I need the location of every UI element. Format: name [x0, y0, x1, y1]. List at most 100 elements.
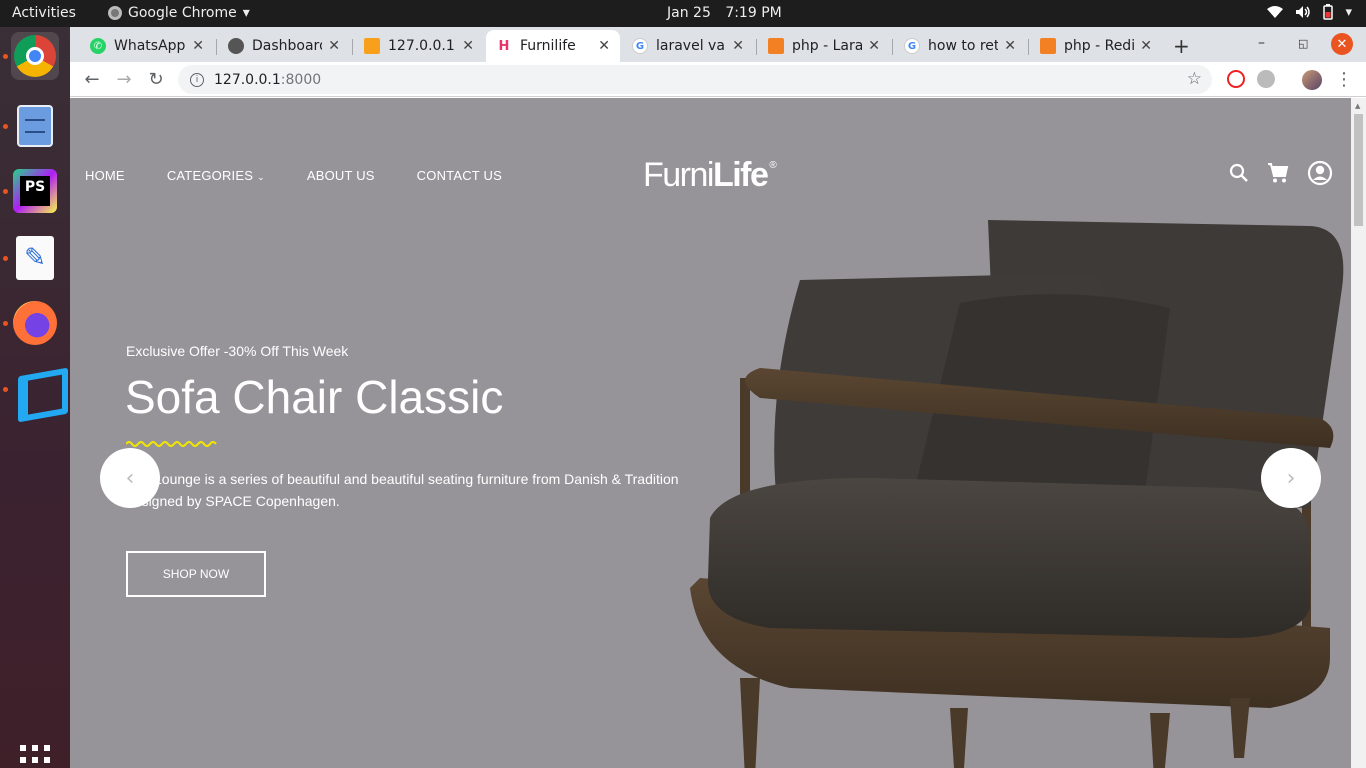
logo-light: Furni	[643, 156, 714, 194]
globe-icon	[228, 38, 244, 54]
nav-categories-label: CATEGORIES	[166, 168, 254, 183]
hero-title: Sofa Chair Classic	[125, 371, 504, 423]
window-close-button[interactable]: ✕	[1331, 33, 1353, 55]
tab-google-how-to-ret[interactable]: G how to ret ✕	[894, 30, 1026, 62]
carousel-prev-button[interactable]: ‹	[100, 448, 160, 508]
tab-furnilife[interactable]: H Furnilife ✕	[486, 30, 620, 62]
dock-text-editor[interactable]: ✎	[3, 234, 59, 282]
furnilife-icon: H	[498, 38, 510, 54]
clock-date: Jan 25	[667, 5, 711, 21]
nav-about[interactable]: ABOUT US	[307, 168, 375, 183]
tab-google-laravel-vali[interactable]: G laravel vali ✕	[622, 30, 754, 62]
site-logo[interactable]: FurniLife ®	[643, 156, 777, 195]
extension-globe-icon[interactable]	[1257, 70, 1275, 88]
tab-title: laravel vali	[656, 38, 727, 54]
maximize-button[interactable]: ◱	[1298, 37, 1308, 50]
new-tab-button[interactable]: +	[1173, 34, 1190, 58]
hero-offer-text: Exclusive Offer -30% Off This Week	[126, 343, 349, 359]
google-icon: G	[632, 38, 648, 54]
activities-button[interactable]: Activities	[12, 5, 76, 21]
google-icon: G	[904, 38, 920, 54]
chrome-window: ✆ WhatsApp ✕ Dashboard ✕ 127.0.0.1:8 ✕ H…	[70, 27, 1366, 768]
files-icon	[17, 105, 53, 147]
clock[interactable]: Jan 25 7:19 PM	[667, 5, 782, 21]
chevron-down-icon: ⌄	[257, 172, 265, 182]
extension-icon[interactable]	[1227, 70, 1245, 88]
text-editor-icon: ✎	[16, 236, 54, 280]
dock-firefox[interactable]	[3, 299, 59, 347]
tab-title: php - Redir	[1064, 38, 1135, 54]
chrome-icon	[14, 35, 56, 77]
close-icon[interactable]: ✕	[732, 38, 744, 54]
xampp-icon	[364, 38, 380, 54]
chevron-down-icon: ▾	[242, 5, 250, 21]
minimize-button[interactable]: –	[1258, 35, 1265, 51]
running-indicator	[3, 54, 8, 59]
tab-whatsapp[interactable]: ✆ WhatsApp ✕	[80, 30, 214, 62]
tab-stackoverflow-redir[interactable]: php - Redir ✕	[1030, 30, 1162, 62]
dock-phpstorm[interactable]: PS	[3, 167, 59, 215]
carousel-next-button[interactable]: ›	[1261, 448, 1321, 508]
close-icon[interactable]: ✕	[1004, 38, 1016, 54]
close-icon[interactable]: ✕	[328, 38, 340, 54]
close-icon[interactable]: ✕	[192, 38, 204, 54]
tab-title: Dashboard	[252, 38, 323, 54]
nav-contact[interactable]: CONTACT US	[417, 168, 502, 183]
profile-avatar[interactable]	[1302, 70, 1322, 90]
back-button[interactable]: ←	[80, 67, 104, 91]
reload-button[interactable]: ↻	[144, 67, 168, 91]
tab-stackoverflow-larav[interactable]: php - Larav ✕	[758, 30, 890, 62]
tab-title: how to ret	[928, 38, 999, 54]
whatsapp-icon: ✆	[90, 38, 106, 54]
system-tray[interactable]: ▾	[1267, 4, 1352, 20]
search-icon[interactable]	[1229, 163, 1249, 183]
scroll-up-arrow-icon[interactable]: ▲	[1355, 102, 1360, 110]
running-indicator	[3, 189, 8, 194]
show-applications-icon[interactable]	[20, 745, 50, 768]
app-menu-label: Google Chrome	[128, 5, 237, 21]
close-icon[interactable]: ✕	[598, 38, 610, 54]
shop-now-button[interactable]: SHOP NOW	[126, 551, 266, 597]
system-menu-chevron-icon: ▾	[1345, 4, 1352, 20]
dock-chrome[interactable]	[3, 32, 59, 80]
close-icon[interactable]: ✕	[462, 38, 474, 54]
url-port: :8000	[280, 71, 322, 88]
clock-time: 7:19 PM	[725, 5, 782, 21]
nav-categories[interactable]: CATEGORIES ⌄	[167, 168, 265, 183]
stackoverflow-icon	[1040, 38, 1056, 54]
address-bar[interactable]: i 127.0.0.1:8000 ☆	[178, 65, 1212, 94]
scrollbar-thumb[interactable]	[1354, 114, 1363, 226]
close-icon[interactable]: ✕	[1140, 38, 1152, 54]
site-nav: HOME CATEGORIES ⌄ ABOUT US CONTACT US	[85, 168, 544, 183]
tab-title: WhatsApp	[114, 38, 186, 54]
firefox-icon	[13, 301, 57, 345]
dock-files[interactable]	[3, 102, 59, 150]
app-menu[interactable]: Google Chrome ▾	[108, 5, 250, 21]
system-top-bar: Activities Google Chrome ▾ Jan 25 7:19 P…	[0, 0, 1366, 27]
running-indicator	[3, 387, 8, 392]
stackoverflow-icon	[768, 38, 784, 54]
tab-title: Furnilife	[520, 38, 576, 54]
forward-button[interactable]: →	[112, 67, 136, 91]
running-indicator	[3, 256, 8, 261]
page-scrollbar[interactable]: ▲	[1351, 98, 1366, 768]
chrome-icon	[108, 6, 122, 20]
tab-localhost[interactable]: 127.0.0.1:8 ✕	[354, 30, 484, 62]
tab-strip: ✆ WhatsApp ✕ Dashboard ✕ 127.0.0.1:8 ✕ H…	[70, 27, 1366, 62]
cart-icon[interactable]	[1267, 162, 1289, 184]
page-viewport: HOME CATEGORIES ⌄ ABOUT US CONTACT US Fur…	[70, 98, 1351, 768]
nav-home[interactable]: HOME	[85, 168, 125, 183]
site-info-icon[interactable]: i	[190, 72, 204, 87]
running-indicator	[3, 321, 8, 326]
bookmark-star-icon[interactable]: ☆	[1187, 69, 1202, 89]
phpstorm-icon: PS	[13, 169, 57, 213]
running-indicator	[3, 124, 8, 129]
dock-vscode[interactable]	[3, 365, 59, 413]
chrome-menu-icon[interactable]: ⋮	[1332, 67, 1356, 91]
close-icon[interactable]: ✕	[868, 38, 880, 54]
wifi-icon	[1267, 6, 1284, 18]
logo-registered-mark: ®	[769, 160, 777, 171]
tab-dashboard[interactable]: Dashboard ✕	[218, 30, 350, 62]
user-account-icon[interactable]	[1307, 160, 1333, 186]
sofa-chair-image	[690, 220, 1344, 768]
